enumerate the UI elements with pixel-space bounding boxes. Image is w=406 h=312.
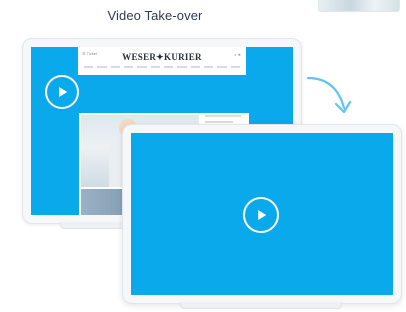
device-after-stand [180,302,342,309]
device-after [122,124,402,304]
corner-thumbnail [318,0,400,12]
section-title: Video Take-over [107,8,203,23]
device-after-screen [131,133,393,295]
website-header-icons: ⌕ ★ [234,52,241,57]
curved-arrow-icon [306,76,352,114]
website-header: ☰ Ticket WESER✦KURIER ⌕ ★ [78,47,246,75]
website-brand: WESER✦KURIER [122,52,202,62]
play-icon[interactable] [243,197,279,233]
website-nav [84,66,240,69]
play-icon[interactable] [45,75,79,109]
